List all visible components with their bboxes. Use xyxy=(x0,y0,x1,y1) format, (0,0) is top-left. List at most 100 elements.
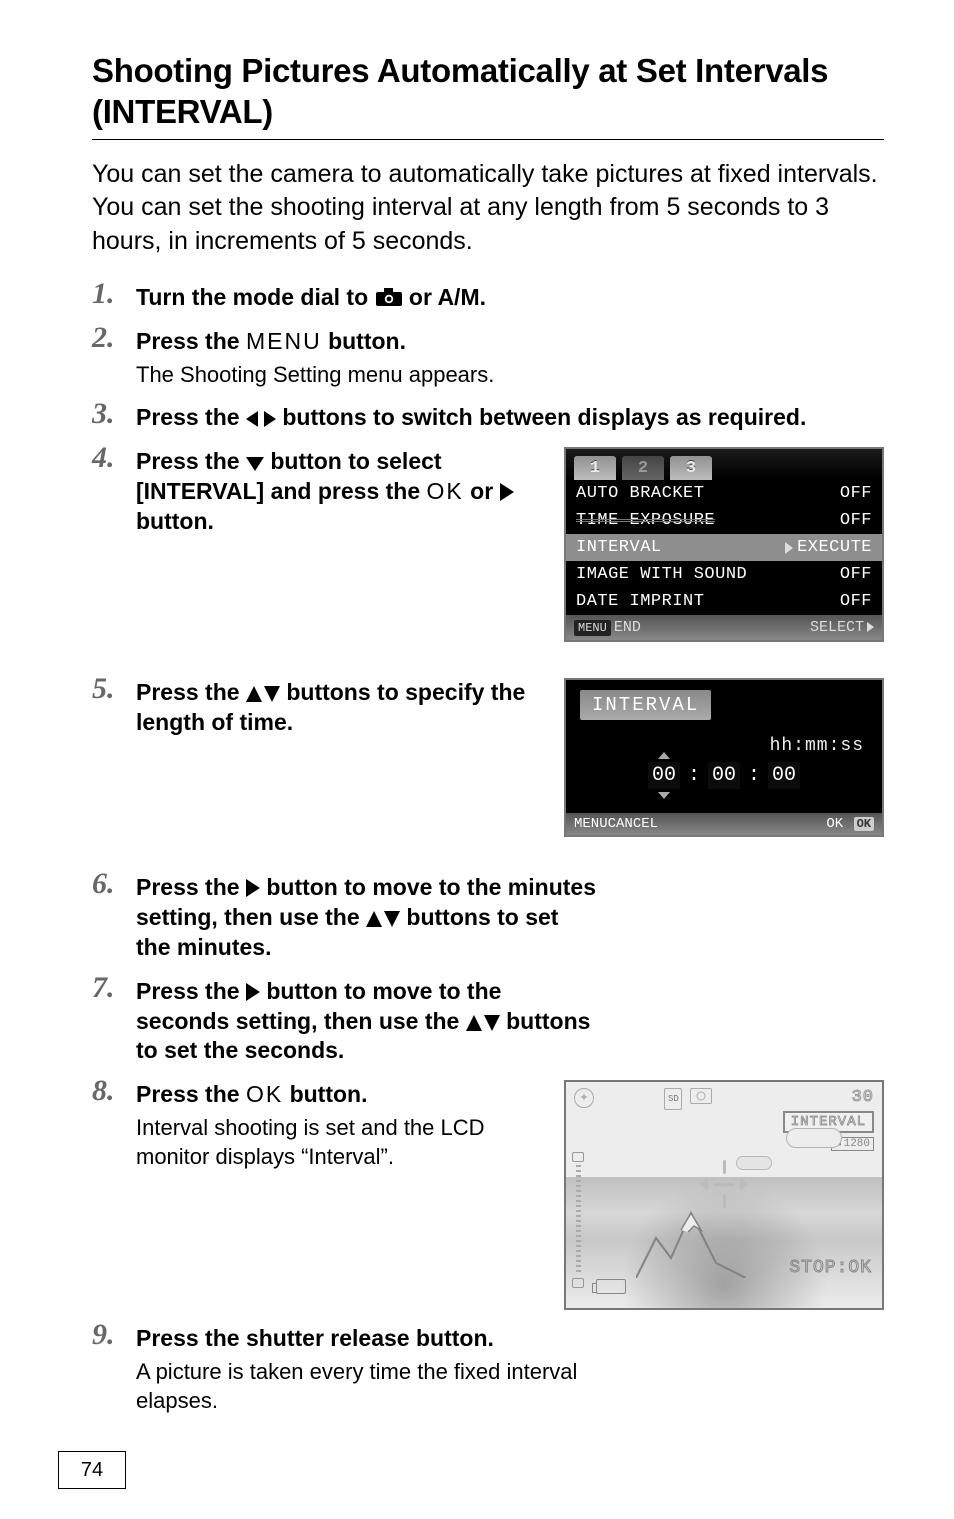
right-triangle-icon xyxy=(785,542,793,554)
interval-body: hh:mm:ss 00 : 00 : 00 xyxy=(566,720,882,813)
menu-button-label: MENU xyxy=(246,328,322,354)
menu-row-auto-bracket[interactable]: AUTO BRACKET OFF xyxy=(566,480,882,507)
step-2-text-b: button. xyxy=(328,328,406,354)
flash-icon: ✦ xyxy=(574,1088,594,1108)
step-5-text-a: Press the xyxy=(136,679,246,705)
menu-row-interval[interactable]: INTERVAL EXECUTE xyxy=(566,534,882,561)
page-number: 74 xyxy=(58,1451,126,1489)
left-right-arrow-icon xyxy=(246,411,276,427)
steps-list: Turn the mode dial to or A/M. Press the … xyxy=(92,283,884,1416)
menu-value: OFF xyxy=(840,565,872,584)
menu-value-text: EXECUTE xyxy=(797,538,872,557)
time-row: 00 : 00 : 00 xyxy=(584,762,864,789)
minutes-field[interactable]: 00 xyxy=(708,762,740,789)
seconds-field[interactable]: 00 xyxy=(768,762,800,789)
right-arrow-icon xyxy=(246,983,260,1001)
focus-marks xyxy=(699,1160,749,1208)
right-arrow-icon xyxy=(246,879,260,897)
menu-label: INTERVAL xyxy=(576,538,662,557)
focus-right-icon xyxy=(740,1178,749,1190)
menu-label: DATE IMPRINT xyxy=(576,592,704,611)
tab-1[interactable]: 1 xyxy=(574,456,616,480)
menu-row-time-exposure[interactable]: TIME EXPOSURE OFF xyxy=(566,507,882,534)
camera-mode-icon xyxy=(690,1088,712,1104)
step-3: Press the buttons to switch between disp… xyxy=(92,403,884,433)
menu-label: IMAGE WITH SOUND xyxy=(576,565,747,584)
tab-3[interactable]: 3 xyxy=(670,456,712,480)
menu-footer-select: SELECT xyxy=(810,619,864,636)
intro-paragraph: You can set the camera to automatically … xyxy=(92,158,884,259)
menu-body: AUTO BRACKET OFF TIME EXPOSURE OFF INTER… xyxy=(566,480,882,615)
interval-footer: MENUCANCEL OK OK xyxy=(566,813,882,835)
focus-top-icon xyxy=(723,1160,726,1174)
step-1-head: Turn the mode dial to or A/M. xyxy=(136,283,884,313)
down-arrow-icon xyxy=(246,457,264,471)
menu-footer-left: MENUEND xyxy=(574,619,641,636)
ok-key-icon: OK xyxy=(854,817,874,831)
menu-footer-right: SELECT xyxy=(810,619,874,636)
mountain-illustration xyxy=(636,1208,746,1278)
interval-title: INTERVAL xyxy=(580,690,711,720)
step-2-body: The Shooting Setting menu appears. xyxy=(136,361,884,390)
colon-sep: : xyxy=(688,764,700,787)
step-7-head: Press the button to move to the seconds … xyxy=(136,977,596,1067)
interval-format-label: hh:mm:ss xyxy=(584,736,864,756)
menu-screenshot: 1 2 3 AUTO BRACKET OFF TIME EXPOSURE xyxy=(564,447,884,642)
step-2: Press the MENU button. The Shooting Sett… xyxy=(92,327,884,389)
ok-button-label: OK xyxy=(427,478,464,504)
interval-ok: OK xyxy=(826,816,843,832)
interval-cancel: CANCEL xyxy=(608,816,658,832)
step-8-text-a: Press the xyxy=(136,1081,246,1107)
step-8: Press the OK button. Interval shooting i… xyxy=(92,1080,884,1310)
step-9-head: Press the shutter release button. xyxy=(136,1324,596,1354)
sd-card-icon: SD xyxy=(664,1088,682,1110)
step-8-head: Press the OK button. xyxy=(136,1080,550,1110)
step-2-text-a: Press the xyxy=(136,328,246,354)
step-4-text-a: Press the xyxy=(136,448,246,474)
menu-row-image-sound[interactable]: IMAGE WITH SOUND OFF xyxy=(566,561,882,588)
camera-icon xyxy=(375,287,403,307)
tab-2[interactable]: 2 xyxy=(622,456,664,480)
cloud-icon xyxy=(786,1128,842,1148)
hours-field[interactable]: 00 xyxy=(648,762,680,789)
step-2-head: Press the MENU button. xyxy=(136,327,884,357)
step-7-text-a: Press the xyxy=(136,978,246,1004)
zoom-track xyxy=(576,1165,581,1275)
menu-footer-end: END xyxy=(614,619,641,636)
up-down-arrow-icon xyxy=(246,686,280,702)
up-down-arrow-icon xyxy=(466,1015,500,1031)
interval-footer-right: OK OK xyxy=(826,816,874,832)
menu-value: OFF xyxy=(840,511,872,530)
menu-footer: MENUEND SELECT xyxy=(566,615,882,640)
step-5-head: Press the buttons to specify the length … xyxy=(136,678,550,738)
interval-footer-left: MENUCANCEL xyxy=(574,816,658,832)
menu-key-icon: MENU xyxy=(574,816,608,832)
step-1-text-a: Turn the mode dial to xyxy=(136,284,375,310)
remaining-count: 30 xyxy=(852,1088,874,1107)
right-triangle-icon xyxy=(867,622,874,632)
ok-button-label: OK xyxy=(246,1081,283,1107)
step-4-text-c: or xyxy=(470,478,499,504)
right-arrow-icon xyxy=(500,483,514,501)
menu-label: TIME EXPOSURE xyxy=(576,511,715,530)
interval-title-bar: INTERVAL xyxy=(566,680,882,720)
menu-value: EXECUTE xyxy=(785,538,872,557)
menu-key-icon: MENU xyxy=(574,620,611,636)
step-6-text-a: Press the xyxy=(136,874,246,900)
step-3-head: Press the buttons to switch between disp… xyxy=(136,403,884,433)
step-6-head: Press the button to move to the minutes … xyxy=(136,873,596,963)
lcd-screenshot: ✦ SD 30 INTERVAL ■ 1280 xyxy=(564,1080,884,1310)
zoom-bar[interactable] xyxy=(572,1152,584,1288)
step-1-text-b: or A/M. xyxy=(409,284,486,310)
step-8-text-b: button. xyxy=(290,1081,368,1107)
colon-sep: : xyxy=(748,764,760,787)
step-4: Press the button to select [INTERVAL] an… xyxy=(92,447,884,664)
focus-left-icon xyxy=(699,1178,708,1190)
page-title: Shooting Pictures Automatically at Set I… xyxy=(92,50,884,133)
title-rule xyxy=(92,139,884,140)
step-6: Press the button to move to the minutes … xyxy=(92,873,884,963)
step-3-text-a: Press the xyxy=(136,404,246,430)
menu-row-date-imprint[interactable]: DATE IMPRINT OFF xyxy=(566,588,882,615)
step-7: Press the button to move to the seconds … xyxy=(92,977,884,1067)
menu-tabs: 1 2 3 xyxy=(566,449,882,480)
